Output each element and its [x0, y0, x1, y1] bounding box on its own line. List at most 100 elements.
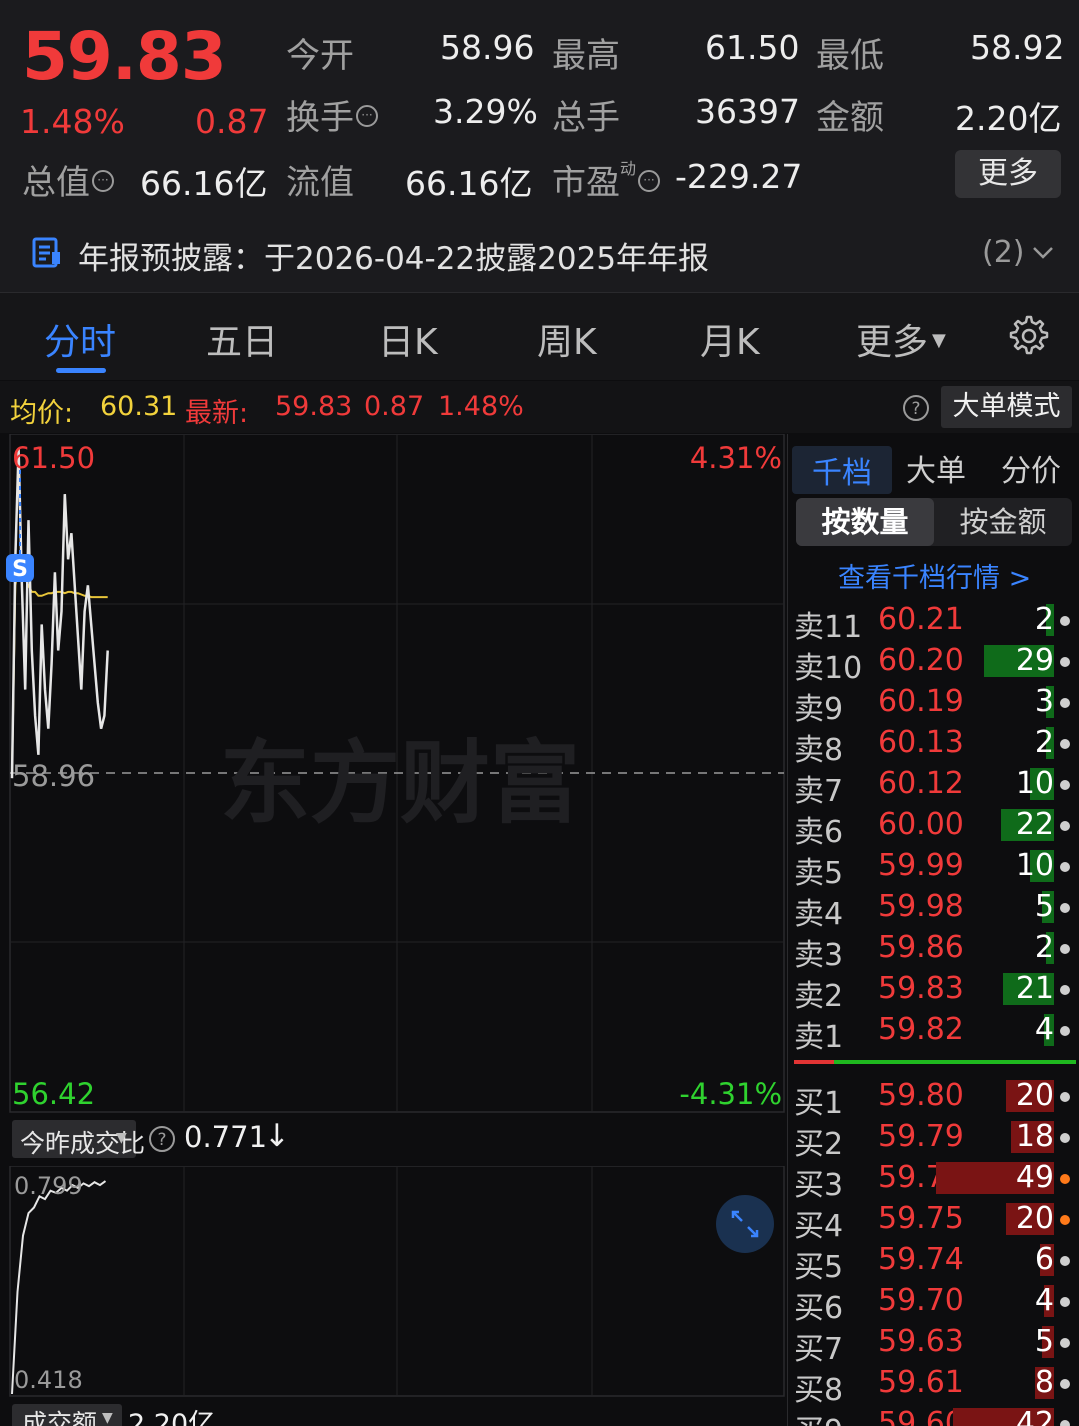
gear-icon[interactable] — [1004, 313, 1050, 359]
buy-level-row[interactable]: 买3 59.76 49 — [788, 1158, 1079, 1203]
stat-label-pe[interactable]: 市盈动··· — [552, 155, 661, 204]
level-volume: 2 — [1034, 725, 1054, 760]
level-price: 59.60 — [878, 1406, 964, 1426]
intraday-summary: 均价: 60.31 最新: 59.83 0.87 1.48% ? — [0, 381, 1079, 433]
tab-level-depth[interactable]: 千档 — [792, 446, 892, 494]
buy-level-row[interactable]: 买1 59.80 20 — [788, 1076, 1079, 1121]
level-label: 卖4 — [794, 897, 844, 932]
dot-icon — [1060, 903, 1070, 913]
sell-level-row[interactable]: 卖9 60.19 3 — [788, 682, 1079, 727]
level-price: 59.99 — [878, 848, 964, 883]
by-quantity-button[interactable]: 按数量 — [796, 498, 934, 546]
notice-count: (2) — [982, 235, 1025, 270]
level-label: 买6 — [794, 1291, 844, 1326]
dot-icon — [1060, 985, 1070, 995]
last-price-label: 最新: — [185, 398, 249, 429]
expand-button[interactable] — [716, 1195, 774, 1253]
sell-level-row[interactable]: 卖6 60.00 22 — [788, 805, 1079, 850]
sell-level-row[interactable]: 卖8 60.13 2 — [788, 723, 1079, 768]
dot-icon — [1060, 821, 1070, 831]
big-order-mode-button[interactable]: 大单模式 — [941, 386, 1072, 428]
sell-level-row[interactable]: 卖2 59.83 21 — [788, 969, 1079, 1014]
tab-big-orders[interactable]: 大单 — [906, 446, 966, 490]
dot-icon — [1060, 1338, 1070, 1348]
indicator-selector[interactable]: 今昨成交比 ▼ — [12, 1120, 145, 1158]
sell-level-row[interactable]: 卖3 59.86 2 — [788, 928, 1079, 973]
caret-down-icon: ▼ — [932, 330, 946, 351]
buy-level-row[interactable]: 买5 59.74 6 — [788, 1240, 1079, 1285]
level-volume: 10 — [1015, 766, 1054, 801]
buy-level-row[interactable]: 买6 59.70 4 — [788, 1281, 1079, 1326]
notice-text: 年报预披露：于2026-04-22披露2025年年报 — [78, 241, 710, 277]
volume-ratio-panel: 今昨成交比 ▼ ? 0.771 ↓ 0.799 0.418 成交额 ▼ 2.20… — [0, 1114, 787, 1426]
level-volume: 5 — [1034, 889, 1054, 924]
level-price: 60.19 — [878, 684, 964, 719]
signal-s-label: S — [12, 557, 28, 582]
by-amount-button[interactable]: 按金额 — [934, 498, 1072, 546]
level-label: 买7 — [794, 1332, 844, 1367]
buy-level-row[interactable]: 买7 59.63 5 — [788, 1322, 1079, 1367]
pct-axis-bottom-label: -4.31% — [679, 1077, 782, 1111]
help-icon[interactable]: ? — [901, 393, 931, 423]
pe-superscript: 动 — [620, 158, 637, 178]
buy-level-row[interactable]: 买4 59.75 20 — [788, 1199, 1079, 1244]
level-volume: 49 — [1015, 1160, 1054, 1195]
tab-price-distribution[interactable]: 分价 — [1001, 446, 1061, 490]
tab-weekly-k[interactable]: 周K — [537, 313, 597, 365]
more-stats-button[interactable]: 更多 — [955, 150, 1061, 198]
view-depth-link[interactable]: 查看千档行情 > — [838, 556, 1031, 595]
annual-report-notice[interactable]: 年报预披露：于2026-04-22披露2025年年报 (2) — [0, 220, 1079, 288]
level-label: 卖11 — [794, 610, 863, 645]
active-tab-indicator — [56, 368, 106, 373]
stat-label: 最高 — [552, 36, 620, 76]
level-label: 卖6 — [794, 815, 844, 850]
volume-ratio-chart[interactable]: 0.799 0.418 — [0, 1166, 787, 1398]
level-price: 59.63 — [878, 1324, 964, 1359]
buy-level-row[interactable]: 买9 59.60 42 — [788, 1404, 1079, 1426]
stat-label-turnover[interactable]: 换手 ··· — [286, 90, 378, 139]
tab-daily-k[interactable]: 日K — [378, 313, 438, 365]
dot-icon — [1060, 862, 1070, 872]
chevron-down-icon[interactable] — [1032, 246, 1054, 260]
info-icon[interactable]: ··· — [356, 104, 378, 127]
level-price: 60.00 — [878, 807, 964, 842]
level-volume: 21 — [1015, 971, 1054, 1006]
avg-price-value: 60.31 — [100, 391, 178, 422]
ask-share-bar — [794, 1060, 834, 1064]
ratio-bottom-label: 0.418 — [14, 1366, 83, 1394]
tab-more[interactable]: 更多 ▼ — [856, 313, 946, 365]
stat-label-market-cap[interactable]: 总值 ··· — [22, 155, 114, 204]
level-price: 60.21 — [878, 602, 964, 637]
y-axis-top-label: 61.50 — [12, 441, 95, 475]
tab-intraday[interactable]: 分时 — [44, 313, 116, 365]
info-icon[interactable]: ··· — [638, 169, 661, 192]
intraday-chart[interactable]: 东方财富 S 61.50 58.96 56.42 4.31% -4.31% — [0, 433, 787, 1114]
level-volume: 2 — [1034, 930, 1054, 965]
buy-level-row[interactable]: 买2 59.79 18 — [788, 1117, 1079, 1162]
level-price: 59.98 — [878, 889, 964, 924]
sell-level-row[interactable]: 卖5 59.99 10 — [788, 846, 1079, 891]
level-label: 买3 — [794, 1168, 844, 1203]
sell-level-row[interactable]: 卖1 59.82 4 — [788, 1010, 1079, 1055]
stat-label: 金额 — [816, 98, 884, 138]
sell-level-row[interactable]: 卖7 60.12 10 — [788, 764, 1079, 809]
level-volume: 18 — [1015, 1119, 1054, 1154]
level-label: 卖9 — [794, 692, 844, 727]
info-icon[interactable]: ··· — [92, 169, 114, 192]
change-pct: 1.48% — [20, 102, 125, 141]
level-price: 59.74 — [878, 1242, 964, 1277]
stat-label: 今开 — [286, 36, 354, 76]
dot-icon — [1060, 1256, 1070, 1266]
stat-value: 66.16亿 — [405, 164, 533, 203]
sell-level-row[interactable]: 卖4 59.98 5 — [788, 887, 1079, 932]
stat-label: 流值 — [286, 163, 354, 203]
help-icon[interactable]: ? — [147, 1124, 177, 1154]
tab-five-day[interactable]: 五日 — [206, 313, 278, 365]
pct-axis-top-label: 4.31% — [690, 441, 782, 475]
bottom-indicator-selector[interactable]: 成交额 ▼ — [12, 1404, 122, 1426]
buy-level-row[interactable]: 买8 59.61 8 — [788, 1363, 1079, 1408]
sell-level-row[interactable]: 卖10 60.20 29 — [788, 641, 1079, 686]
sell-level-row[interactable]: 卖11 60.21 2 — [788, 600, 1079, 645]
tab-monthly-k[interactable]: 月K — [700, 313, 760, 365]
last-price-value: 59.83 — [275, 391, 353, 422]
